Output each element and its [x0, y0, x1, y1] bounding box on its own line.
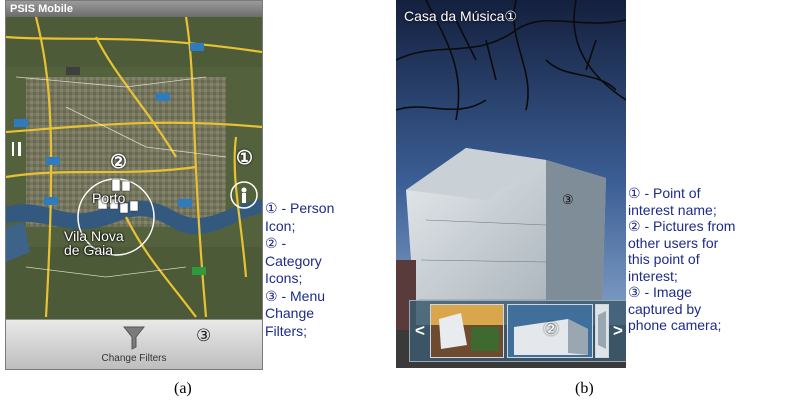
app-title: PSIS Mobile — [10, 3, 73, 15]
legend-b-line: other users for — [628, 234, 719, 251]
legend-a-line: Icon; — [265, 217, 296, 234]
user-photo-thumbnail[interactable] — [430, 304, 504, 358]
legend-a-line: Icons; — [265, 270, 303, 286]
photo-marker-number: ③ — [562, 192, 574, 207]
legend-b-line: ② - Pictures from — [628, 218, 736, 234]
legend-a-line: Filters; — [265, 322, 307, 339]
next-photo-button[interactable]: > — [608, 301, 626, 361]
bottom-menu: Change Filters ③ — [6, 319, 262, 369]
legend-b-line: captured by — [628, 300, 702, 317]
legend-a-line: Change — [265, 305, 315, 321]
app-title-bar: PSIS Mobile — [6, 1, 262, 17]
legend-b: ① - Point of interest name; ② - Pictures… — [628, 185, 786, 334]
satellite-map[interactable]: Porto Vila Nova de Gaia ② ① — [6, 17, 262, 319]
poi-marker-number: ① — [504, 8, 517, 24]
category-marker-number: ② — [110, 152, 128, 173]
legend-b-line: ① - Point of — [628, 185, 701, 201]
thumb-marker-number: ② — [543, 319, 560, 339]
menu-marker-number: ③ — [196, 326, 212, 345]
legend-a-line: ③ - Menu — [265, 287, 326, 304]
filter-funnel-icon — [122, 325, 146, 354]
map-screenshot: PSIS Mobile Porto Vila Nova de Gaia ② ① … — [5, 0, 263, 370]
user-photo-thumbnail[interactable]: ② — [507, 304, 593, 358]
legend-a-line: ② - — [265, 235, 287, 251]
map-label-porto: Porto — [92, 190, 126, 206]
legend-b-line: ③ - Image — [628, 284, 692, 300]
map-graphic — [6, 17, 262, 319]
legend-a-line: Category — [265, 252, 322, 269]
change-filters-label: Change Filters — [101, 353, 167, 364]
legend-b-line: phone camera; — [628, 317, 722, 333]
legend-b-line: interest; — [628, 267, 678, 284]
map-label-vila-nova-de-gaia: Vila Nova de Gaia — [64, 228, 124, 258]
caption-b: (b) — [575, 380, 594, 397]
caption-a: (a) — [174, 380, 192, 397]
user-photos-strip: < ② > — [409, 300, 626, 362]
previous-photo-button[interactable]: < — [410, 301, 430, 361]
person-icon[interactable] — [237, 187, 251, 205]
legend-b-line: this point of — [628, 251, 700, 267]
poi-name-overlay: Casa da Música① — [404, 8, 517, 25]
fork-knife-icon[interactable] — [10, 141, 24, 157]
legend-a-line: ① - Person — [265, 200, 335, 216]
poi-name: Casa da Música — [404, 8, 505, 24]
user-photo-thumbnail[interactable] — [595, 304, 609, 358]
camera-view-screenshot: Casa da Música① ③ < ② > — [396, 0, 626, 368]
legend-b-line: interest name; — [628, 201, 717, 218]
change-filters-button[interactable]: Change Filters — [6, 320, 262, 369]
legend-a: ① - Person Icon; ② - Category Icons; ③ -… — [265, 200, 383, 340]
person-marker-number: ① — [236, 148, 254, 169]
